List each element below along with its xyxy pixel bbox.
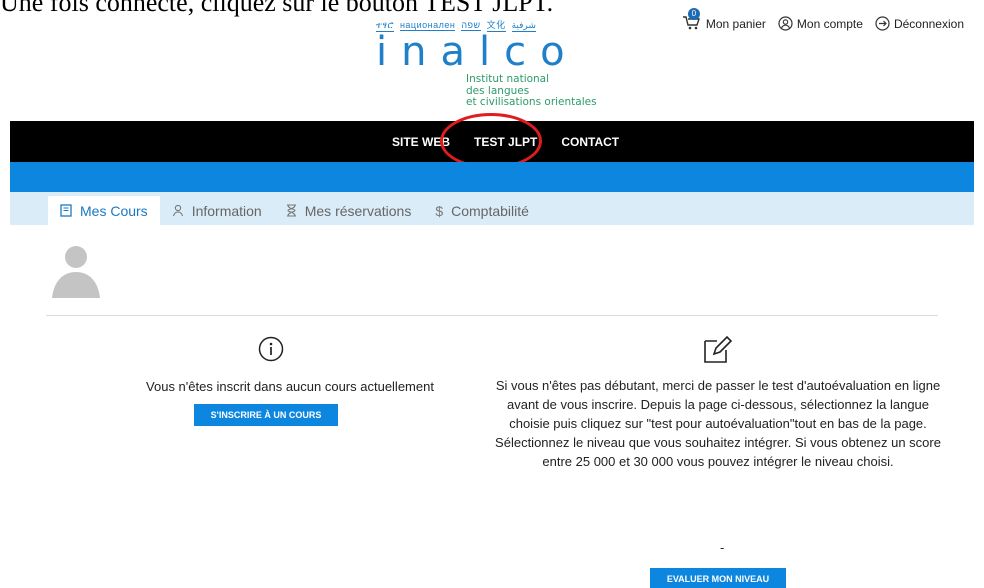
info-icon xyxy=(258,336,284,362)
logout-label: Déconnexion xyxy=(893,16,964,31)
logo-subtitle: Institut national des langues et civilis… xyxy=(466,73,597,108)
account-link[interactable]: Mon compte xyxy=(778,16,863,31)
logout-link[interactable]: Déconnexion xyxy=(875,16,964,31)
evaluate-level-button[interactable]: EVALUER MON NIVEAU xyxy=(650,568,786,588)
inalco-logo[interactable]: ተፃሮ национален שפה 文化 شرفية inalco Institut … xyxy=(372,18,622,116)
placeholder-dash: - xyxy=(720,540,725,555)
account-icon xyxy=(778,16,793,31)
cart-icon: 0 xyxy=(682,8,706,33)
dollar-icon: $ xyxy=(435,202,444,219)
nav-contact[interactable]: CONTACT xyxy=(549,135,631,149)
logout-icon xyxy=(875,16,890,31)
blue-banner xyxy=(10,162,974,192)
tab-information[interactable]: Information xyxy=(160,196,274,225)
cart-count-badge: 0 xyxy=(687,8,700,20)
edit-icon xyxy=(704,335,732,363)
tab-mes-reservations[interactable]: Mes réservations xyxy=(274,196,424,225)
cart-label: Mon panier xyxy=(705,16,766,31)
enroll-course-button[interactable]: S'INSCRIRE À UN COURS xyxy=(194,404,338,426)
hourglass-icon xyxy=(286,204,296,217)
avatar xyxy=(50,243,110,298)
tab-bar: Mes Cours Information Mes réservations $… xyxy=(10,192,974,225)
self-assessment-message: Si vous n'êtes pas débutant, merci de pa… xyxy=(495,378,941,469)
cart-link[interactable]: 0 Mon panier xyxy=(682,8,766,33)
tab-comptabilite[interactable]: $ Comptabilité xyxy=(423,196,541,225)
user-icon xyxy=(172,204,183,217)
account-label: Mon compte xyxy=(796,16,863,31)
section-divider xyxy=(46,315,938,316)
no-course-message: Vous n'êtes inscrit dans aucun cours act… xyxy=(146,379,434,394)
tab-mes-cours[interactable]: Mes Cours xyxy=(48,196,160,225)
highlight-ellipse-annotation xyxy=(440,113,542,169)
account-links: 0 Mon panier Mon compte Déconnexion xyxy=(670,8,964,33)
book-icon xyxy=(60,204,72,217)
logo-wordmark: inalco xyxy=(376,29,579,75)
